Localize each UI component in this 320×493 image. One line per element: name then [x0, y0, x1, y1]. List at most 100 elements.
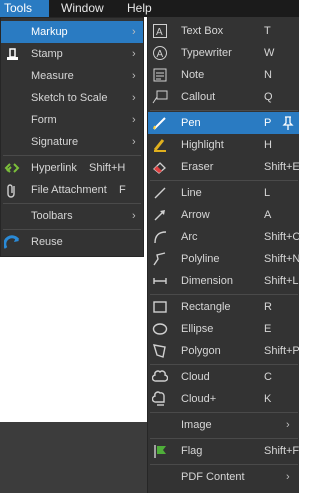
separator — [150, 464, 298, 465]
typewriter-icon: A — [152, 45, 168, 61]
item-label: Stamp — [31, 48, 63, 60]
svg-text:A: A — [157, 49, 164, 60]
polygon-icon — [152, 343, 168, 359]
tools-item-sketch-to-scale[interactable]: Sketch to Scale › — [1, 87, 143, 109]
item-label: Sketch to Scale — [31, 92, 108, 104]
markup-item-highlight[interactable]: Highlight H — [148, 134, 299, 156]
markup-item-dimension[interactable]: Dimension Shift+L — [148, 270, 299, 292]
markup-item-eraser[interactable]: Eraser Shift+E — [148, 156, 300, 178]
item-shortcut: N — [264, 69, 272, 81]
ellipse-icon — [152, 321, 168, 337]
item-shortcut: P — [264, 117, 272, 129]
chevron-right-icon: › — [132, 26, 136, 38]
item-shortcut: Shift+C — [264, 231, 301, 243]
chevron-right-icon: › — [132, 92, 136, 104]
item-label: Pen — [181, 117, 201, 129]
arc-icon — [152, 229, 168, 245]
cloud-plus-icon — [151, 391, 168, 407]
markup-item-flag[interactable]: Flag Shift+F — [148, 440, 299, 462]
item-label: Dimension — [181, 275, 233, 287]
markup-item-arc[interactable]: Arc Shift+C — [148, 226, 301, 248]
tools-item-signature[interactable]: Signature › — [1, 131, 143, 153]
item-label: Arc — [181, 231, 198, 243]
tools-item-file-attachment[interactable]: File Attachment F — [1, 179, 143, 201]
item-label: Flag — [181, 445, 203, 457]
markup-item-ellipse[interactable]: Ellipse E — [148, 318, 299, 340]
markup-item-text-box[interactable]: A Text Box T — [148, 20, 299, 42]
item-label: Hyperlink — [31, 162, 77, 174]
item-shortcut: A — [264, 209, 272, 221]
item-label: Markup — [31, 26, 68, 38]
pin-icon[interactable] — [281, 115, 295, 131]
markup-item-note[interactable]: Note N — [148, 64, 299, 86]
chevron-right-icon: › — [132, 210, 136, 222]
polyline-icon — [152, 251, 168, 267]
markup-item-image[interactable]: Image › — [148, 414, 299, 436]
item-label: Reuse — [31, 236, 63, 248]
tools-item-form[interactable]: Form › — [1, 109, 143, 131]
tools-item-toolbars[interactable]: Toolbars › — [1, 205, 143, 227]
item-shortcut: K — [264, 393, 272, 405]
item-shortcut: Shift+L — [264, 275, 299, 287]
paperclip-icon — [4, 182, 20, 198]
markup-item-rectangle[interactable]: Rectangle R — [148, 296, 299, 318]
menu-tools[interactable]: Tools — [0, 0, 49, 17]
eraser-icon — [152, 159, 168, 175]
markup-submenu: A Text Box T A Typewriter W Note N Callo… — [147, 17, 301, 493]
tools-item-stamp[interactable]: Stamp › — [1, 43, 143, 65]
background-panel — [0, 422, 150, 493]
callout-icon — [152, 89, 168, 105]
svg-text:A: A — [156, 27, 163, 38]
markup-item-callout[interactable]: Callout Q — [148, 86, 299, 108]
separator — [3, 229, 141, 230]
chevron-right-icon: › — [132, 114, 136, 126]
text-box-icon: A — [152, 23, 168, 39]
markup-item-pdf-content[interactable]: PDF Content › — [148, 466, 299, 488]
chevron-right-icon: › — [132, 136, 136, 148]
separator — [3, 155, 141, 156]
markup-item-typewriter[interactable]: A Typewriter W — [148, 42, 299, 64]
tools-item-hyperlink[interactable]: Hyperlink Shift+H — [1, 157, 143, 179]
item-label: Ellipse — [181, 323, 214, 335]
item-shortcut: F — [119, 184, 126, 196]
pen-icon — [152, 115, 168, 131]
item-label: Eraser — [181, 161, 214, 173]
item-label: Callout — [181, 91, 216, 103]
item-label: Highlight — [181, 139, 224, 151]
markup-item-line[interactable]: Line L — [148, 182, 299, 204]
item-shortcut: E — [264, 323, 272, 335]
item-label: Cloud+ — [181, 393, 217, 405]
separator — [150, 110, 298, 111]
rectangle-icon — [152, 299, 168, 315]
item-label: Signature — [31, 136, 79, 148]
item-label: Typewriter — [181, 47, 232, 59]
item-label: Image — [181, 419, 212, 431]
menu-help[interactable]: Help — [127, 0, 152, 17]
separator — [3, 203, 141, 204]
item-label: File Attachment — [31, 184, 107, 196]
item-label: Line — [181, 187, 202, 199]
item-label: Note — [181, 69, 205, 81]
item-shortcut: L — [264, 187, 271, 199]
markup-item-arrow[interactable]: Arrow A — [148, 204, 299, 226]
item-label: Form — [31, 114, 57, 126]
reuse-icon — [3, 234, 20, 250]
tools-dropdown: Markup › Stamp › Measure › Sketch to Sca… — [0, 17, 144, 257]
tools-item-measure[interactable]: Measure › — [1, 65, 143, 87]
item-label: Polyline — [181, 253, 220, 265]
markup-item-cloud-plus[interactable]: Cloud+ K — [148, 388, 299, 410]
item-shortcut: H — [264, 139, 272, 151]
item-label: Text Box — [181, 25, 224, 37]
item-shortcut: Q — [264, 91, 273, 103]
chevron-right-icon: › — [132, 70, 136, 82]
item-label: Rectangle — [181, 301, 231, 313]
markup-item-polyline[interactable]: Polyline Shift+N — [148, 248, 300, 270]
markup-item-polygon[interactable]: Polygon Shift+P — [148, 340, 300, 362]
markup-item-cloud[interactable]: Cloud C — [148, 366, 299, 388]
dimension-icon — [152, 273, 168, 289]
markup-item-pen[interactable]: Pen P — [148, 112, 299, 134]
menu-window[interactable]: Window — [61, 0, 104, 17]
item-shortcut: Shift+E — [264, 161, 300, 173]
tools-item-reuse[interactable]: Reuse — [1, 231, 143, 253]
tools-item-markup[interactable]: Markup › — [1, 21, 143, 43]
